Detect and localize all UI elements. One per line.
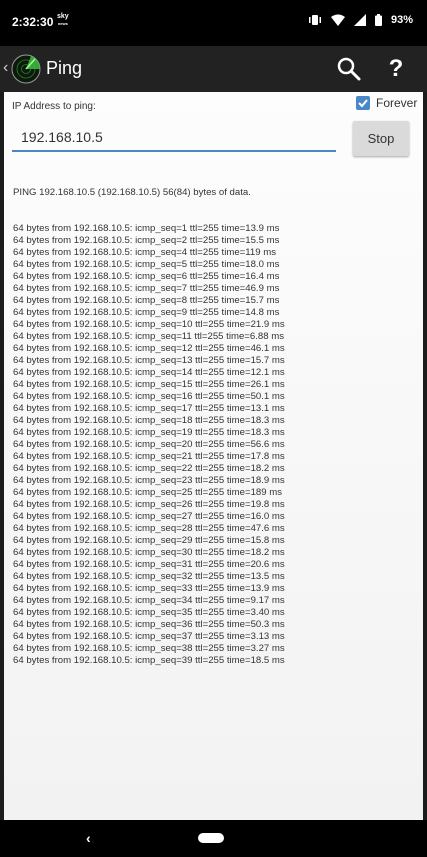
status-icons: 93% [308,14,413,26]
ping-reply-line: 64 bytes from 192.168.10.5: icmp_seq=23 … [13,475,285,486]
ping-reply-line: 64 bytes from 192.168.10.5: icmp_seq=31 … [13,559,285,570]
cell-signal-icon [353,14,366,26]
sky-news-icon: sky news [57,13,69,27]
ping-reply-line: 64 bytes from 192.168.10.5: icmp_seq=36 … [13,619,285,630]
wifi-icon [330,14,345,26]
ping-reply-line: 64 bytes from 192.168.10.5: icmp_seq=30 … [13,547,285,558]
ping-reply-line: 64 bytes from 192.168.10.5: icmp_seq=22 … [13,463,285,474]
ping-reply-line: 64 bytes from 192.168.10.5: icmp_seq=33 … [13,583,285,594]
ping-reply-line: 64 bytes from 192.168.10.5: icmp_seq=16 … [13,391,285,402]
status-bar: 2:32:30 sky news 93% [0,0,427,46]
sky-news-top-text: sky [57,13,69,20]
ping-reply-line: 64 bytes from 192.168.10.5: icmp_seq=34 … [13,595,285,606]
ping-reply-line: 64 bytes from 192.168.10.5: icmp_seq=38 … [13,643,285,654]
help-icon[interactable]: ? [384,54,408,84]
ping-reply-line: 64 bytes from 192.168.10.5: icmp_seq=17 … [13,403,285,414]
ip-address-label: IP Address to ping: [12,101,96,112]
ping-reply-line: 64 bytes from 192.168.10.5: icmp_seq=19 … [13,427,285,438]
vibrate-icon [308,14,322,26]
sky-news-bottom-text: news [57,21,68,26]
ping-reply-line: 64 bytes from 192.168.10.5: icmp_seq=14 … [13,367,285,378]
ping-reply-line: 64 bytes from 192.168.10.5: icmp_seq=32 … [13,571,285,582]
nav-back-icon[interactable]: ‹ [86,830,91,846]
ping-reply-line: 64 bytes from 192.168.10.5: icmp_seq=10 … [13,319,285,330]
ping-reply-line: 64 bytes from 192.168.10.5: icmp_seq=35 … [13,607,285,618]
ping-reply-line: 64 bytes from 192.168.10.5: icmp_seq=8 t… [13,295,280,306]
battery-percent: 93% [390,14,413,26]
ping-reply-line: 64 bytes from 192.168.10.5: icmp_seq=29 … [13,535,285,546]
page-title: Ping [46,58,83,78]
ping-output-lines: 64 bytes from 192.168.10.5: icmp_seq=1 t… [13,223,285,667]
ping-reply-line: 64 bytes from 192.168.10.5: icmp_seq=37 … [13,631,285,642]
ping-reply-line: 64 bytes from 192.168.10.5: icmp_seq=5 t… [13,259,280,270]
ping-output: PING 192.168.10.5 (192.168.10.5) 56(84) … [13,163,285,691]
status-time: 2:32:30 [12,15,54,29]
forever-checkbox-row[interactable]: Forever [356,96,417,110]
stop-button[interactable]: Stop [353,121,409,156]
forever-label: Forever [376,96,418,110]
ping-reply-line: 64 bytes from 192.168.10.5: icmp_seq=7 t… [13,283,280,294]
action-bar: ‹ Ping ? [0,46,427,92]
search-icon[interactable] [336,56,362,82]
radar-icon[interactable] [11,54,41,84]
ping-reply-line: 64 bytes from 192.168.10.5: icmp_seq=27 … [13,511,285,522]
ping-reply-line: 64 bytes from 192.168.10.5: icmp_seq=9 t… [13,307,280,318]
ping-reply-line: 64 bytes from 192.168.10.5: icmp_seq=15 … [13,379,285,390]
ping-reply-line: 64 bytes from 192.168.10.5: icmp_seq=13 … [13,355,285,366]
ping-output-header: PING 192.168.10.5 (192.168.10.5) 56(84) … [13,187,251,198]
nav-home-pill-icon[interactable] [198,833,224,843]
ping-reply-line: 64 bytes from 192.168.10.5: icmp_seq=28 … [13,523,285,534]
battery-icon [374,14,382,26]
ping-reply-line: 64 bytes from 192.168.10.5: icmp_seq=4 t… [13,247,277,258]
ip-address-input[interactable] [12,124,336,152]
forever-checkbox[interactable] [356,96,370,110]
ping-reply-line: 64 bytes from 192.168.10.5: icmp_seq=1 t… [13,223,280,234]
ping-reply-line: 64 bytes from 192.168.10.5: icmp_seq=11 … [13,331,285,342]
ping-reply-line: 64 bytes from 192.168.10.5: icmp_seq=21 … [13,451,285,462]
ping-reply-line: 64 bytes from 192.168.10.5: icmp_seq=39 … [13,655,285,666]
ping-reply-line: 64 bytes from 192.168.10.5: icmp_seq=6 t… [13,271,280,282]
ping-reply-line: 64 bytes from 192.168.10.5: icmp_seq=12 … [13,343,285,354]
ping-reply-line: 64 bytes from 192.168.10.5: icmp_seq=26 … [13,499,285,510]
ping-reply-line: 64 bytes from 192.168.10.5: icmp_seq=18 … [13,415,285,426]
ping-reply-line: 64 bytes from 192.168.10.5: icmp_seq=20 … [13,439,285,450]
ping-panel: IP Address to ping: Forever Stop PING 19… [4,92,423,820]
ping-reply-line: 64 bytes from 192.168.10.5: icmp_seq=2 t… [13,235,280,246]
back-chevron-icon[interactable]: ‹ [3,59,8,77]
navigation-bar: ‹ [0,820,427,857]
ping-reply-line: 64 bytes from 192.168.10.5: icmp_seq=25 … [13,487,283,498]
